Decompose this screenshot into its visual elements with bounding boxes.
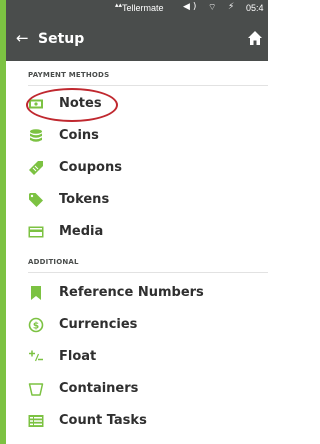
section-header-additional: ADDITIONAL: [28, 258, 79, 266]
status-icons: ◀): [183, 2, 200, 12]
carrier-icon: ▴▴: [115, 1, 123, 9]
menu-item-media[interactable]: Media: [6, 217, 268, 249]
menu-item-count-tasks[interactable]: Count Tasks: [6, 406, 268, 438]
menu-item-label: Float: [59, 349, 97, 364]
menu-item-label: Coins: [59, 128, 99, 143]
tag-icon: [29, 193, 43, 207]
container-icon: [28, 383, 44, 396]
menu-item-label: Currencies: [59, 317, 138, 332]
menu-item-coins[interactable]: Coins: [6, 121, 268, 153]
menu-item-float[interactable]: Float: [6, 342, 268, 374]
menu-item-tokens[interactable]: Tokens: [6, 185, 268, 217]
carrier-name: Tellermate: [122, 3, 164, 13]
card-icon: [28, 226, 44, 238]
menu-item-coupons[interactable]: Coupons: [6, 153, 268, 185]
clock: 05:4: [246, 3, 264, 13]
menu-item-label: Coupons: [59, 160, 122, 175]
app-toolbar: ← Setup: [6, 17, 268, 61]
back-arrow-icon[interactable]: ←: [16, 28, 29, 48]
divider: [28, 272, 268, 273]
coin-stack-icon: [30, 129, 42, 142]
battery-icon: ⚡: [228, 2, 235, 12]
menu-item-label: Count Tasks: [59, 413, 147, 428]
tasks-icon: [28, 415, 44, 427]
svg-text:$: $: [33, 322, 39, 332]
menu-item-containers[interactable]: Containers: [6, 374, 268, 406]
app-screen: ▴▴ Tellermate ◀) ⌔ ⚡ 05:4 ← Setup PAYMEN…: [6, 0, 268, 444]
plus-minus-icon: [29, 350, 43, 362]
wifi-icon: ⌔: [208, 3, 217, 13]
highlight-annotation: [26, 88, 118, 122]
menu-item-label: Reference Numbers: [59, 285, 204, 300]
coupon-icon: [29, 161, 43, 175]
dollar-circle-icon: $: [28, 317, 44, 333]
status-bar: ▴▴ Tellermate ◀) ⌔ ⚡ 05:4: [6, 0, 268, 17]
menu-item-label: Tokens: [59, 192, 110, 207]
menu-item-reference-numbers[interactable]: Reference Numbers: [6, 278, 268, 310]
section-header-payment-methods: PAYMENT METHODS: [28, 71, 110, 79]
page-title: Setup: [38, 31, 85, 47]
home-icon[interactable]: [247, 30, 263, 46]
menu-item-currencies[interactable]: $ Currencies: [6, 310, 268, 342]
menu-item-label: Containers: [59, 381, 139, 396]
divider: [28, 85, 268, 86]
menu-item-label: Media: [59, 224, 104, 239]
bookmark-icon: [31, 286, 41, 300]
